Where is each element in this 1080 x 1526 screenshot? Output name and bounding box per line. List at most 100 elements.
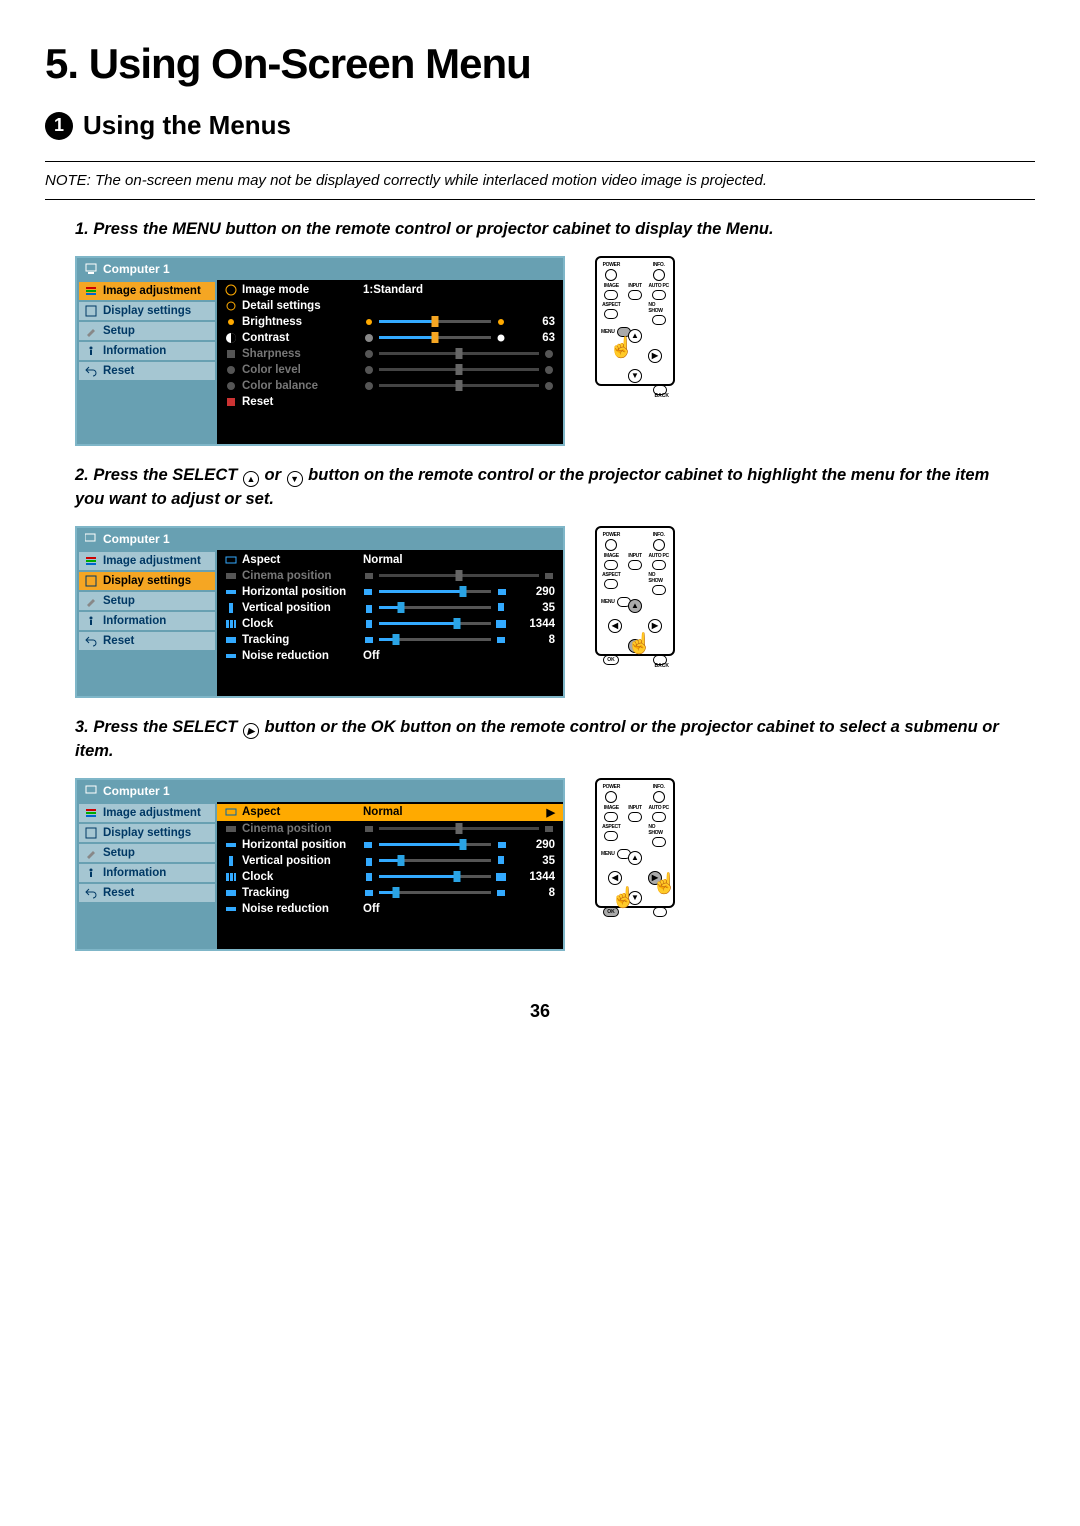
- dpad-left[interactable]: ◀: [608, 871, 622, 885]
- osd-menu-image-adjustment: Computer 1 Image adjustment Display sett…: [75, 256, 565, 446]
- autopc-button[interactable]: [652, 560, 666, 570]
- sidebar-item-image-adjustment[interactable]: Image adjustment: [79, 282, 215, 300]
- gear-icon: [225, 300, 237, 312]
- row-label: Sharpness: [242, 348, 301, 360]
- row-value: 1344: [515, 618, 555, 630]
- row-label: Clock: [242, 618, 273, 630]
- row-vertical-position[interactable]: Vertical position35: [217, 853, 563, 869]
- info-button[interactable]: [653, 539, 665, 551]
- image-button[interactable]: [604, 812, 618, 822]
- ok-button[interactable]: OK: [603, 655, 619, 665]
- section-title: Using the Menus: [83, 110, 291, 141]
- noshow-button[interactable]: [652, 315, 666, 325]
- row-tracking[interactable]: Tracking8: [217, 632, 563, 648]
- row-cinema-position: Cinema position: [217, 568, 563, 584]
- left-icon: [363, 586, 375, 598]
- remote-power-label: POWER: [603, 532, 620, 538]
- row-label: Horizontal position: [242, 839, 346, 851]
- input-button[interactable]: [628, 560, 642, 570]
- aspect-button[interactable]: [604, 579, 618, 589]
- row-detail-settings[interactable]: Detail settings: [217, 298, 563, 314]
- sidebar-item-information[interactable]: Information: [79, 342, 215, 360]
- row-image-mode[interactable]: Image mode 1:Standard: [217, 282, 563, 298]
- row-clock[interactable]: Clock1344: [217, 869, 563, 885]
- sidebar-item-display-settings[interactable]: Display settings: [79, 572, 215, 590]
- aspect-button[interactable]: [604, 831, 618, 841]
- row-vertical-position[interactable]: Vertical position35: [217, 600, 563, 616]
- sidebar-item-image-adjustment[interactable]: Image adjustment: [79, 552, 215, 570]
- row-label: Image mode: [242, 284, 309, 296]
- sidebar-item-label: Setup: [103, 325, 135, 337]
- narrow-icon: [363, 871, 375, 883]
- sidebar-item-setup[interactable]: Setup: [79, 844, 215, 862]
- row-reset[interactable]: Reset: [217, 394, 563, 410]
- row-tracking[interactable]: Tracking8: [217, 885, 563, 901]
- aspect-button[interactable]: [604, 309, 618, 319]
- info-button[interactable]: [653, 791, 665, 803]
- image-button[interactable]: [604, 560, 618, 570]
- row-aspect-selected[interactable]: AspectNormal▶: [217, 804, 563, 821]
- sidebar-item-reset[interactable]: Reset: [79, 884, 215, 902]
- back-button[interactable]: [653, 907, 667, 917]
- image-button[interactable]: [604, 290, 618, 300]
- dpad-left[interactable]: ◀: [608, 619, 622, 633]
- noshow-button[interactable]: [652, 837, 666, 847]
- sidebar-item-label: Reset: [103, 635, 134, 647]
- row-label: Reset: [242, 396, 273, 408]
- sidebar-item-reset[interactable]: Reset: [79, 632, 215, 650]
- power-button[interactable]: [605, 539, 617, 551]
- osd-title: Computer 1: [77, 528, 563, 550]
- row-value: Normal: [363, 806, 433, 818]
- row-noise-reduction[interactable]: Noise reductionOff: [217, 901, 563, 917]
- step-2-text: 2. Press the SELECT ▲ or ▼ button on the…: [75, 464, 1005, 512]
- remote-image-label: IMAGE: [604, 805, 619, 811]
- remote-info-label: INFO.: [653, 784, 665, 790]
- row-value: 63: [515, 332, 555, 344]
- right-arrow-icon: ▶: [243, 723, 259, 739]
- dpad-right[interactable]: ▶: [648, 349, 662, 363]
- sidebar-item-setup[interactable]: Setup: [79, 592, 215, 610]
- sidebar-item-information[interactable]: Information: [79, 612, 215, 630]
- sidebar-item-information[interactable]: Information: [79, 864, 215, 882]
- sidebar-item-label: Setup: [103, 847, 135, 859]
- input-button[interactable]: [628, 812, 642, 822]
- osd-content: Image mode 1:Standard Detail settings Bri…: [217, 280, 563, 444]
- sidebar-item-label: Display settings: [103, 827, 191, 839]
- row-contrast[interactable]: Contrast63: [217, 330, 563, 346]
- row-value: 1:Standard: [363, 284, 433, 296]
- sidebar-item-display-settings[interactable]: Display settings: [79, 824, 215, 842]
- row-clock[interactable]: Clock 1344: [217, 616, 563, 632]
- hpos-icon: [225, 586, 237, 598]
- undo-icon: [85, 887, 97, 899]
- dpad-up[interactable]: ▲: [628, 851, 642, 865]
- input-button[interactable]: [628, 290, 642, 300]
- sidebar-item-setup[interactable]: Setup: [79, 322, 215, 340]
- info-button[interactable]: [653, 269, 665, 281]
- left-icon: [363, 634, 375, 646]
- row-cinema-position: Cinema position: [217, 821, 563, 837]
- row-brightness[interactable]: Brightness63: [217, 314, 563, 330]
- dpad-up[interactable]: ▲: [628, 599, 642, 613]
- osd-menu-aspect-selected: Computer 1 Image adjustment Display sett…: [75, 778, 565, 951]
- row-horizontal-position[interactable]: Horizontal position290: [217, 584, 563, 600]
- high-icon: [543, 364, 555, 376]
- row-horizontal-position[interactable]: Horizontal position290: [217, 837, 563, 853]
- hand-pointer-icon: ☝: [652, 871, 677, 896]
- sun-icon: [225, 316, 237, 328]
- sidebar-item-image-adjustment[interactable]: Image adjustment: [79, 804, 215, 822]
- sidebar-item-label: Information: [103, 867, 166, 879]
- noshow-button[interactable]: [652, 585, 666, 595]
- sidebar-item-display-settings[interactable]: Display settings: [79, 302, 215, 320]
- autopc-button[interactable]: [652, 812, 666, 822]
- autopc-button[interactable]: [652, 290, 666, 300]
- remote-power-label: POWER: [603, 262, 620, 268]
- reset-icon: [225, 396, 237, 408]
- row-noise-reduction[interactable]: Noise reductionOff: [217, 648, 563, 664]
- power-button[interactable]: [605, 791, 617, 803]
- row-aspect[interactable]: AspectNormal: [217, 552, 563, 568]
- up-icon: [495, 855, 507, 867]
- dpad-down[interactable]: ▼: [628, 369, 642, 383]
- power-button[interactable]: [605, 269, 617, 281]
- row-label: Vertical position: [242, 602, 331, 614]
- sidebar-item-reset[interactable]: Reset: [79, 362, 215, 380]
